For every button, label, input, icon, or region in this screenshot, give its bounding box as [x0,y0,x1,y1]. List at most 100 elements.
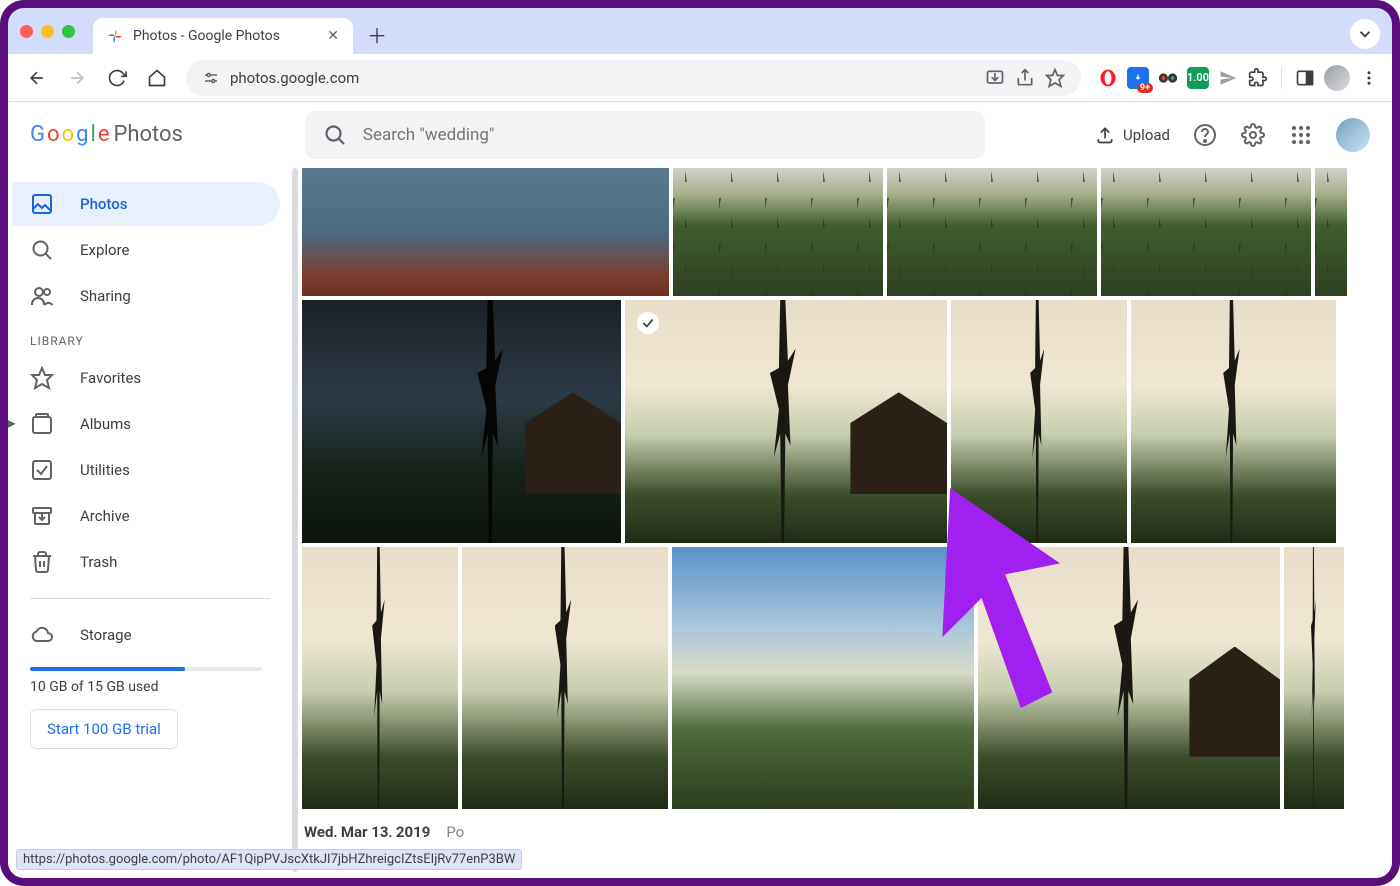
sidebar-divider [30,598,270,599]
sidebar-item-label: Storage [80,626,132,644]
photo-thumbnail[interactable] [951,300,1127,543]
help-button[interactable] [1192,122,1218,148]
puzzle-icon [1248,68,1268,88]
sidebar-item-label: Utilities [80,461,130,479]
photo-thumbnail[interactable] [302,300,621,543]
window-zoom-button[interactable] [62,25,75,38]
sidebar-item-albums[interactable]: ▶ Albums [12,402,280,446]
gear-icon [1241,123,1265,147]
photo-thumbnail[interactable] [302,168,669,296]
photo-thumbnail[interactable] [302,547,458,809]
reload-icon [107,68,127,88]
photo-thumbnail[interactable] [673,168,883,296]
extension-paper-plane-icon[interactable] [1217,67,1239,89]
sidebar-item-photos[interactable]: Photos [12,182,280,226]
chevron-down-icon [1356,25,1374,43]
sidebar-section-library: LIBRARY [12,320,280,354]
site-settings-button[interactable] [202,69,220,87]
search-input[interactable] [363,125,967,145]
storage-progress-bar [30,667,262,671]
check-icon [641,316,655,330]
nav-reload-button[interactable] [100,61,134,95]
nav-home-button[interactable] [140,61,174,95]
sidebar-item-storage[interactable]: Storage [12,613,280,657]
sidebar-item-label: Albums [80,415,131,433]
extension-green-badge-icon[interactable]: 1.00 [1187,67,1209,89]
sidebar-item-utilities[interactable]: Utilities [12,448,280,492]
location-hint: Po [446,823,464,837]
google-photos-app: Google Photos Upload [8,102,1392,878]
tab-search-button[interactable] [1350,19,1380,49]
window-close-button[interactable] [20,25,33,38]
sidebar-item-label: Trash [80,553,117,571]
photo-thumbnail[interactable] [1284,547,1344,809]
apps-grid-icon [1289,123,1313,147]
bookmark-star-icon[interactable] [1045,68,1065,88]
help-icon [1193,123,1217,147]
photo-select-checkbox[interactable] [637,312,659,334]
settings-button[interactable] [1240,122,1266,148]
people-icon [30,284,54,308]
tab-close-button[interactable]: ✕ [327,28,339,44]
photo-thumbnail[interactable] [1101,168,1311,296]
opera-icon [1098,68,1118,88]
sidebar-item-sharing[interactable]: Sharing [12,274,280,318]
browser-tab[interactable]: Photos - Google Photos ✕ [93,18,353,54]
photo-thumbnail[interactable] [462,547,668,809]
share-icon[interactable] [1015,68,1035,88]
sidebar-item-label: Favorites [80,369,141,387]
extension-idm-icon[interactable]: 9+ [1127,67,1149,89]
sidebar-item-trash[interactable]: Trash [12,540,280,584]
sidebar-item-label: Photos [80,195,127,213]
photo-thumbnail[interactable] [1131,300,1336,543]
nav-back-button[interactable] [20,61,54,95]
extension-opera-icon[interactable] [1097,67,1119,89]
photo-thumbnail[interactable] [1315,168,1347,296]
google-photos-logo[interactable]: Google Photos [30,122,183,147]
app-header: Google Photos Upload [8,102,1392,168]
arrow-left-icon [27,68,47,88]
storage-progress-fill [30,667,185,671]
album-icon [30,412,54,436]
toolbar-divider [1281,67,1282,89]
sidebar-item-explore[interactable]: Explore [12,228,280,272]
window-minimize-button[interactable] [41,25,54,38]
google-apps-button[interactable] [1288,122,1314,148]
photo-icon [30,192,54,216]
extension-glasses-icon[interactable] [1157,67,1179,89]
photo-thumbnail[interactable] [887,168,1097,296]
search-bar[interactable] [305,111,985,159]
photo-date-header: Wed, Mar 13, 2019 Po [302,813,1384,837]
storage-trial-button[interactable]: Start 100 GB trial [30,709,178,749]
chrome-profile-avatar[interactable] [1324,65,1350,91]
date-label: Wed, Mar 13, 2019 [304,823,430,837]
extensions-row: 9+ 1.00 [1097,65,1380,91]
address-bar[interactable]: photos.google.com [186,60,1081,96]
chrome-menu-button[interactable] [1358,67,1380,89]
logo-product-text: Photos [113,122,182,147]
photo-thumbnail-hovered[interactable] [625,300,947,543]
star-icon [30,366,54,390]
nav-forward-button[interactable] [60,61,94,95]
window-controls [20,25,75,38]
upload-button[interactable]: Upload [1095,125,1170,145]
side-panel-button[interactable] [1294,67,1316,89]
sidebar-item-label: Explore [80,241,130,259]
extension-badge: 9+ [1137,83,1153,93]
browser-tabstrip: Photos - Google Photos ✕ ＋ [8,8,1392,54]
archive-icon [30,504,54,528]
photo-thumbnail[interactable] [978,547,1280,809]
extensions-menu-button[interactable] [1247,67,1269,89]
photo-thumbnail[interactable] [672,547,974,809]
paper-plane-icon [1219,69,1237,87]
install-app-icon[interactable] [985,68,1005,88]
kebab-icon [1360,69,1378,87]
account-avatar[interactable] [1336,118,1370,152]
sidebar: Photos Explore Sharing LIBRARY Favorites… [8,168,290,878]
sidebar-item-archive[interactable]: Archive [12,494,280,538]
utilities-icon [30,458,54,482]
sidebar-item-favorites[interactable]: Favorites [12,356,280,400]
upload-label: Upload [1123,126,1170,144]
search-icon [323,123,347,147]
new-tab-button[interactable]: ＋ [363,20,391,48]
